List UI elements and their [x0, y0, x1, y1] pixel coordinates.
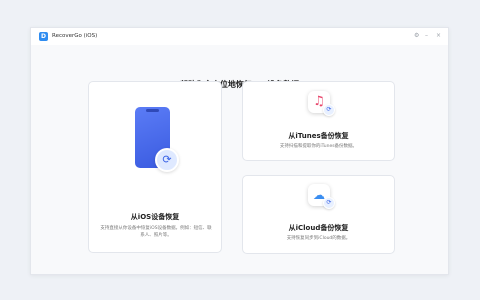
icloud-card-description: 支持恢复同步到iCloud的数据。 — [286, 236, 351, 241]
title-bar: D RecoverGo (iOS) ⚙ – × — [31, 28, 448, 45]
recover-from-icloud-card[interactable]: ☁ ⟳ 从iCloud备份恢复 支持恢复同步到iCloud的数据。 — [242, 175, 395, 254]
itunes-card-description: 支持扫描和提取你的iTunes备份数据。 — [279, 144, 358, 149]
itunes-card-title: 从iTunes备份恢复 — [288, 132, 349, 140]
phone-notch — [146, 109, 159, 112]
sync-icon: ⟳ — [155, 148, 179, 172]
app-logo-icon: D — [39, 32, 48, 41]
icloud-card-title: 从iCloud备份恢复 — [288, 224, 349, 232]
recover-from-ios-card[interactable]: ⟳ 从iOS设备恢复 支持直接从你设备中恢复iOS设备数据，例如：短信、联系人、… — [88, 81, 222, 253]
app-window: D RecoverGo (iOS) ⚙ – × 帮助你全方位地恢复iOS设备数据… — [30, 27, 449, 275]
ios-card-title: 从iOS设备恢复 — [130, 213, 180, 221]
close-icon[interactable]: × — [436, 31, 441, 41]
settings-icon[interactable]: ⚙ — [414, 31, 419, 41]
minimize-icon[interactable]: – — [425, 31, 428, 41]
sync-icon: ⟳ — [323, 197, 335, 209]
recover-from-itunes-card[interactable]: ♫ ⟳ 从iTunes备份恢复 支持扫描和提取你的iTunes备份数据。 — [242, 81, 395, 161]
sync-icon: ⟳ — [323, 104, 335, 116]
ios-card-description: 支持直接从你设备中恢复iOS设备数据，例如：短信、联系人、照片等。 — [100, 226, 212, 238]
window-title: RecoverGo (iOS) — [52, 33, 98, 39]
